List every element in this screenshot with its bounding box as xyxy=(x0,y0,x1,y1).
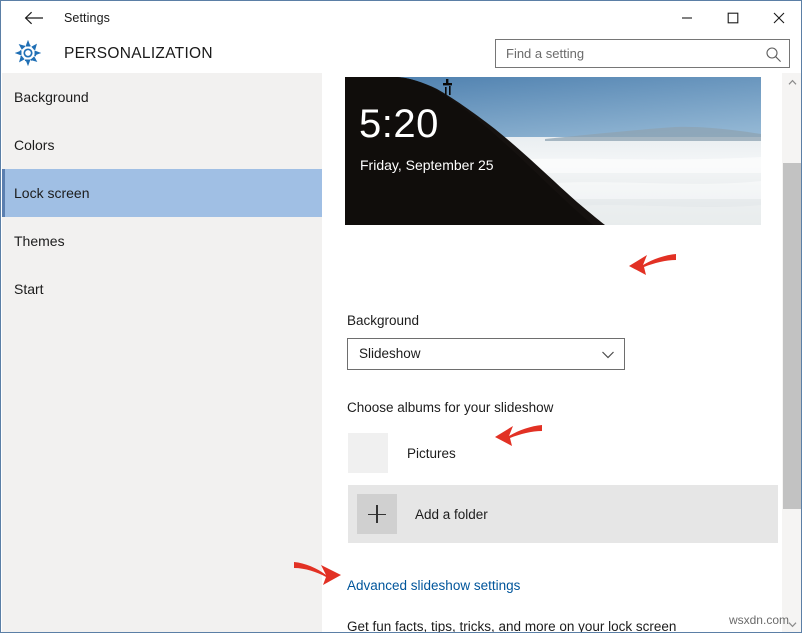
chevron-down-icon xyxy=(601,348,615,360)
minimize-button[interactable] xyxy=(664,2,710,34)
sidebar-item-label: Themes xyxy=(14,233,65,249)
maximize-button[interactable] xyxy=(710,2,756,34)
advanced-slideshow-settings-link[interactable]: Advanced slideshow settings xyxy=(347,578,520,593)
watermark: wsxdn.com xyxy=(729,613,789,627)
sidebar-item-label: Background xyxy=(14,89,89,105)
sidebar-item-colors[interactable]: Colors xyxy=(2,121,322,169)
preview-time: 5:20 xyxy=(359,104,439,144)
album-list-item[interactable]: Pictures xyxy=(348,429,778,477)
fun-facts-label: Get fun facts, tips, tricks, and more on… xyxy=(347,619,676,633)
add-a-folder-button[interactable]: Add a folder xyxy=(348,485,778,543)
page-title: PERSONALIZATION xyxy=(64,34,213,73)
album-thumbnail xyxy=(348,433,388,473)
back-arrow-icon xyxy=(24,10,44,26)
gear-icon xyxy=(12,37,44,69)
maximize-icon xyxy=(727,12,739,24)
add-a-folder-label: Add a folder xyxy=(415,507,488,522)
search-icon[interactable] xyxy=(764,45,782,63)
window-controls xyxy=(664,2,802,34)
sidebar-nav: Background Colors Lock screen Themes Sta… xyxy=(2,73,322,633)
search-box[interactable] xyxy=(495,39,790,68)
sidebar-item-label: Start xyxy=(14,281,44,297)
scrollbar-up-button[interactable] xyxy=(782,73,802,91)
sidebar-item-start[interactable]: Start xyxy=(2,265,322,313)
choose-albums-label: Choose albums for your slideshow xyxy=(347,400,553,415)
sidebar-item-lock-screen[interactable]: Lock screen xyxy=(2,169,322,217)
settings-window: Settings xyxy=(0,0,802,633)
main-content: 5:20 Friday, September 25 Background Sli… xyxy=(322,73,802,633)
close-icon xyxy=(773,12,785,24)
scrollbar-thumb[interactable] xyxy=(783,163,801,509)
minimize-icon xyxy=(681,12,693,24)
sidebar-item-label: Lock screen xyxy=(14,185,89,201)
background-dropdown[interactable]: Slideshow xyxy=(347,338,625,370)
background-label: Background xyxy=(347,313,419,328)
background-dropdown-value: Slideshow xyxy=(359,339,421,369)
content-scrollbar[interactable] xyxy=(782,73,802,633)
chevron-up-icon xyxy=(788,79,797,86)
search-input[interactable] xyxy=(496,40,758,67)
sidebar-item-background[interactable]: Background xyxy=(2,73,322,121)
plus-icon xyxy=(357,494,397,534)
title-bar: Settings xyxy=(2,2,802,34)
window-title: Settings xyxy=(64,2,110,34)
page-header: PERSONALIZATION xyxy=(2,34,802,73)
album-name: Pictures xyxy=(407,446,456,461)
preview-date: Friday, September 25 xyxy=(360,157,494,173)
sidebar-item-label: Colors xyxy=(14,137,54,153)
close-button[interactable] xyxy=(756,2,802,34)
sidebar-item-themes[interactable]: Themes xyxy=(2,217,322,265)
lock-screen-preview: 5:20 Friday, September 25 xyxy=(345,77,761,225)
preview-image xyxy=(345,77,761,225)
back-button[interactable] xyxy=(12,2,56,34)
